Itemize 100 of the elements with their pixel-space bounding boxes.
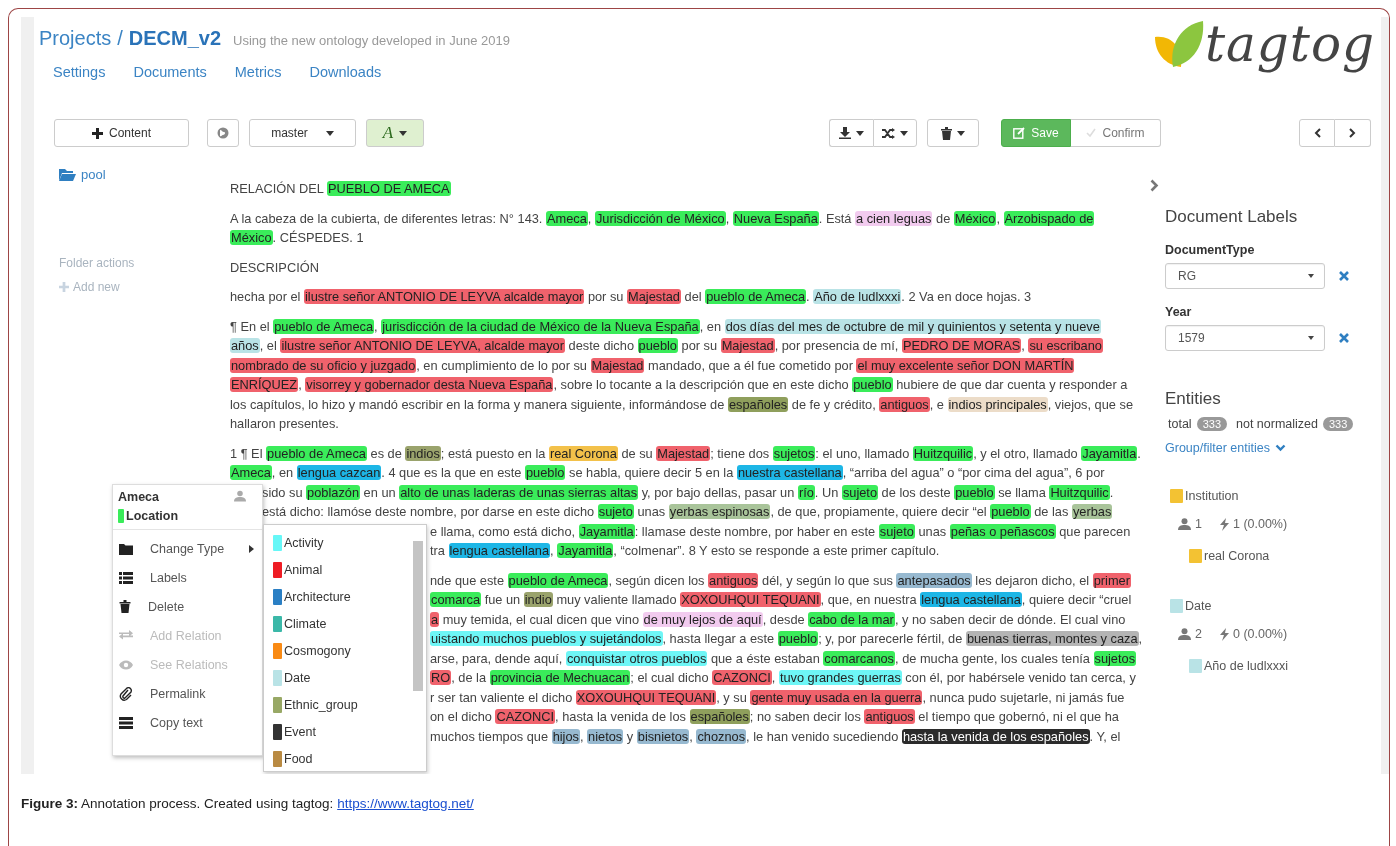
entity-highlight[interactable]: nietos — [587, 728, 624, 744]
entity-highlight[interactable]: de muy lejos de aquí — [642, 611, 763, 627]
entity-highlight[interactable]: provincia de Mechuacan — [489, 670, 631, 685]
entity-type-name[interactable]: Date — [1185, 599, 1212, 613]
entity-highlight[interactable]: sujeto — [878, 523, 915, 539]
entity-highlight[interactable]: hasta la venida de los españoles — [901, 728, 1090, 744]
link[interactable]: https://www.tagtog.net/ — [337, 796, 474, 811]
menu-item[interactable]: Copy text — [113, 708, 262, 737]
nav-link[interactable]: Settings — [53, 64, 106, 80]
entity-highlight[interactable]: pueblo de Ameca — [266, 445, 367, 461]
chevron-right-icon[interactable] — [1150, 179, 1159, 192]
menu-item[interactable]: Delete — [113, 592, 262, 621]
entity-highlight[interactable]: Majestad — [720, 338, 775, 353]
entity-highlight[interactable]: XOXOUHQUI TEQUANI — [680, 592, 821, 607]
entity-highlight[interactable]: años — [230, 338, 260, 353]
nav-link[interactable]: Downloads — [309, 64, 382, 80]
entity-highlight[interactable]: Huitzquilic — [912, 445, 974, 461]
entity-highlight[interactable]: Arzobispado de — [1003, 210, 1095, 226]
select-field[interactable]: RG — [1165, 263, 1325, 289]
entity-highlight[interactable]: hijos — [551, 728, 580, 744]
nav-link[interactable]: Metrics — [234, 64, 282, 80]
entity-highlight[interactable]: yerbas — [1071, 504, 1113, 519]
entity-highlight[interactable]: uistando muchos pueblos y sujetándolos — [430, 631, 663, 646]
globe-button[interactable] — [207, 119, 239, 147]
entity-highlight[interactable]: sujeto — [841, 484, 879, 500]
entity-highlight[interactable]: antiguos — [708, 572, 759, 588]
entity-highlight[interactable]: comarca — [430, 592, 482, 607]
entity-highlight[interactable]: antepasados — [896, 572, 972, 588]
entity-highlight[interactable]: sujetos — [772, 445, 816, 461]
entity-highlight[interactable]: pueblo — [990, 504, 1031, 519]
entity-highlight[interactable]: a — [430, 611, 440, 627]
entity-type-option[interactable]: Architecture — [264, 583, 426, 610]
entity-highlight[interactable]: sujetos — [1093, 650, 1137, 666]
entity-highlight[interactable]: españoles — [727, 396, 789, 412]
entity-highlight[interactable]: choznos — [696, 728, 747, 744]
entity-type-option[interactable]: Climate — [264, 610, 426, 637]
entity-highlight[interactable]: españoles — [689, 709, 750, 724]
entity-highlight[interactable]: RO — [430, 670, 452, 685]
entity-highlight[interactable]: cabo de la mar — [808, 611, 895, 627]
entity-highlight[interactable]: ENRÍQUEZ — [230, 377, 299, 392]
entity-highlight[interactable]: indios principales — [947, 396, 1048, 412]
menu-item[interactable]: Change Type — [113, 534, 262, 563]
entity-type-option[interactable]: Food — [264, 745, 426, 772]
add-content-button[interactable]: Content — [54, 119, 189, 147]
group-filter-link[interactable]: Group/filter entities — [1165, 441, 1381, 455]
entity-highlight[interactable]: lengua castellana — [448, 543, 551, 558]
entity-highlight[interactable]: Año de ludlxxxi — [813, 289, 902, 304]
entity-highlight[interactable]: sujeto — [597, 504, 634, 519]
entity-highlight[interactable]: real Corona — [548, 445, 618, 461]
entity-highlight[interactable]: PEDRO DE MORAS — [901, 338, 1022, 353]
entity-highlight[interactable]: Jayamitla — [578, 523, 635, 539]
entity-highlight[interactable]: jurisdicción de la ciudad de México de la Nueva España — [381, 318, 700, 334]
entity-highlight[interactable]: río — [797, 484, 815, 500]
entity-highlight[interactable]: Majestad — [627, 289, 681, 304]
entity-highlight[interactable]: nombrado de su oficio y juzgado — [230, 357, 417, 373]
entity-highlight[interactable]: Huitzquilic — [1049, 484, 1110, 500]
entity-highlight[interactable]: comarcanos — [823, 650, 895, 666]
entity-highlight[interactable]: Majestad — [656, 445, 711, 461]
shuffle-dropdown[interactable] — [873, 119, 917, 147]
annotation-dropdown[interactable]: A — [366, 119, 424, 147]
entity-highlight[interactable]: México — [953, 210, 997, 226]
entity-type-option[interactable]: Cosmogony — [264, 637, 426, 664]
entity-highlight[interactable]: ilustre señor ANTONIO DE LEYVA alcalde mayor — [304, 289, 585, 304]
entity-highlight[interactable]: ilustre señor ANTONIO DE LEYVA, alcalde mayor — [280, 338, 565, 353]
entity-highlight[interactable]: poblazón — [306, 484, 361, 500]
entity-highlight[interactable]: alto de unas laderas de unas sierras altas — [399, 484, 639, 500]
entity-highlight[interactable]: primer — [1092, 572, 1131, 588]
entity-highlight[interactable]: Majestad — [590, 357, 645, 373]
entity-highlight[interactable]: su escribano — [1028, 338, 1103, 353]
entity-highlight[interactable]: lengua cazcan — [296, 465, 382, 480]
folder-item[interactable]: pool — [59, 167, 230, 182]
entity-highlight[interactable]: bisnietos — [636, 728, 690, 744]
entity-type-option[interactable]: Activity — [264, 529, 426, 556]
entity-highlight[interactable]: pueblo — [637, 338, 678, 353]
entity-name[interactable]: real Corona — [1204, 549, 1270, 563]
next-button[interactable] — [1335, 119, 1371, 147]
entity-highlight[interactable]: Jurisdicción de México — [594, 210, 726, 226]
entity-highlight[interactable]: el muy excelente señor DON MARTÍN — [856, 357, 1075, 373]
entity-type-option[interactable]: Animal — [264, 556, 426, 583]
menu-item[interactable]: Labels — [113, 563, 262, 592]
entity-highlight[interactable]: pueblo — [525, 465, 566, 480]
menu-item[interactable]: Permalink — [113, 679, 262, 708]
entity-highlight[interactable]: peñas o peñascos — [949, 523, 1056, 539]
entity-highlight[interactable]: a cien leguas — [855, 210, 933, 226]
entity-highlight[interactable]: XOXOUHQUI TEQUANI — [575, 689, 717, 705]
entity-highlight[interactable]: PUEBLO DE AMECA — [326, 181, 451, 196]
entity-highlight[interactable]: CAZONCI — [495, 709, 556, 724]
entity-name[interactable]: Año de ludlxxxi — [1204, 659, 1289, 673]
entity-highlight[interactable]: conquistar otros pueblos — [565, 650, 708, 666]
entity-highlight[interactable]: pueblo — [852, 377, 893, 392]
remove-icon[interactable] — [1339, 271, 1349, 281]
entity-highlight[interactable]: indio — [523, 592, 553, 607]
entity-highlight[interactable]: antiguos — [879, 396, 930, 412]
delete-dropdown[interactable] — [927, 119, 979, 147]
nav-link[interactable]: Documents — [133, 64, 207, 80]
entity-highlight[interactable]: Ameca — [546, 210, 588, 226]
entity-type-name[interactable]: Institution — [1185, 489, 1239, 503]
entity-highlight[interactable]: lengua castellana — [920, 592, 1022, 607]
entity-type-option[interactable]: Ethnic_group — [264, 691, 426, 718]
entity-type-option[interactable]: Date — [264, 664, 426, 691]
